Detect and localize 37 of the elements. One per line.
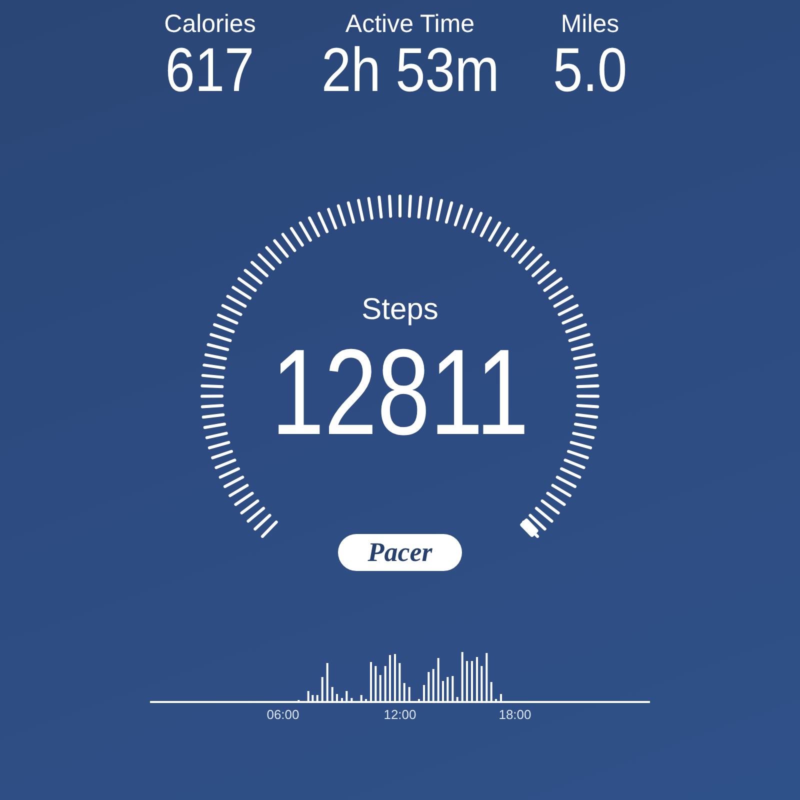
- time-label: 06:00: [266, 707, 300, 723]
- activity-bar: [384, 666, 386, 701]
- activity-bar: [346, 691, 348, 701]
- activity-bar: [316, 695, 318, 701]
- time-label: 18:00: [498, 707, 532, 723]
- activity-bar: [456, 697, 458, 701]
- activity-bar: [428, 672, 430, 701]
- activity-bar: [326, 663, 328, 701]
- activity-bar: [446, 677, 449, 701]
- stat-label: Miles: [560, 9, 620, 39]
- activity-bar: [321, 677, 324, 701]
- activity-bar: [312, 695, 314, 701]
- activity-bar: [398, 663, 401, 701]
- activity-bar: [307, 691, 310, 701]
- stat-value: 5.0: [552, 39, 628, 103]
- activity-bar: [331, 687, 334, 701]
- activity-bar: [408, 687, 410, 701]
- time-label: 12:00: [384, 707, 416, 723]
- activity-bar: [379, 675, 382, 701]
- steps-count: 12811: [271, 329, 529, 455]
- stat-label: Calories: [164, 9, 256, 39]
- activity-bar: [486, 653, 488, 701]
- activity-bar: [403, 683, 406, 701]
- stat-label: Active Time: [345, 9, 475, 39]
- activity-bar: [360, 695, 362, 701]
- activity-bar: [480, 666, 483, 701]
- activity-bar: [432, 669, 434, 701]
- activity-bar: [374, 666, 377, 701]
- activity-bar: [437, 658, 440, 701]
- activity-bar: [490, 682, 492, 701]
- activity-bar: [350, 698, 353, 701]
- steps-label: Steps: [360, 292, 440, 328]
- stat-value: 2h 53m: [321, 39, 499, 103]
- pacer-logo: Pacer: [338, 534, 462, 571]
- stat-value: 617: [166, 39, 254, 103]
- activity-bar: [461, 652, 464, 701]
- activity-bar: [452, 676, 454, 701]
